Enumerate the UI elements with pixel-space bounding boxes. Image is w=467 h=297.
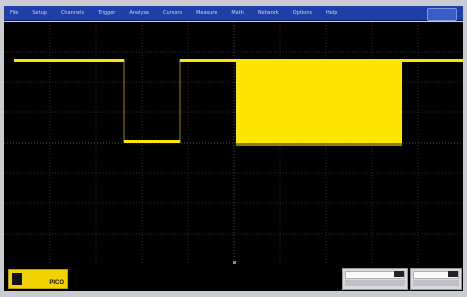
trace-high-segment xyxy=(180,59,236,62)
app-logo-icon xyxy=(427,8,457,21)
scope-display[interactable] xyxy=(4,22,463,265)
trace-high-segment xyxy=(14,59,124,62)
menu-cursors[interactable]: Cursors xyxy=(163,10,182,16)
trace-burst-edge xyxy=(236,143,402,146)
timebase-settings[interactable] xyxy=(410,268,462,290)
trace-burst-block xyxy=(236,59,402,143)
menu-setup[interactable]: Setup xyxy=(32,10,47,16)
menu-analyse[interactable]: Analyse xyxy=(129,10,149,16)
brand-name: PICO xyxy=(49,280,64,286)
brand-logo: PICO xyxy=(8,269,68,289)
menu-bar: File Setup Channels Trigger Analyse Curs… xyxy=(4,6,463,21)
menu-network[interactable]: Network xyxy=(258,10,279,16)
menu-channels[interactable]: Channels xyxy=(61,10,84,16)
menu-help[interactable]: Help xyxy=(326,10,337,16)
menu-measure[interactable]: Measure xyxy=(196,10,217,16)
oscilloscope-window: File Setup Channels Trigger Analyse Curs… xyxy=(0,0,467,297)
channel-a-trace xyxy=(14,59,463,146)
samples-select[interactable] xyxy=(413,280,459,286)
channel-a-color-icon xyxy=(394,271,404,277)
brand-mark-icon xyxy=(12,273,22,285)
timebase-icon xyxy=(448,271,458,277)
menu-math[interactable]: Math xyxy=(231,10,244,16)
channel-a-coupling-select[interactable] xyxy=(345,280,405,286)
bottom-toolbar: PICO xyxy=(4,265,463,291)
trace-high-segment xyxy=(402,59,463,62)
status-bar xyxy=(4,291,463,297)
menu-trigger[interactable]: Trigger xyxy=(98,10,115,16)
trigger-marker-icon[interactable] xyxy=(233,261,236,264)
menu-file[interactable]: File xyxy=(10,10,18,16)
channel-a-settings[interactable] xyxy=(342,268,408,290)
waveform-plot xyxy=(4,22,463,265)
menu-options[interactable]: Options xyxy=(293,10,312,16)
trace-low-segment xyxy=(124,140,180,143)
